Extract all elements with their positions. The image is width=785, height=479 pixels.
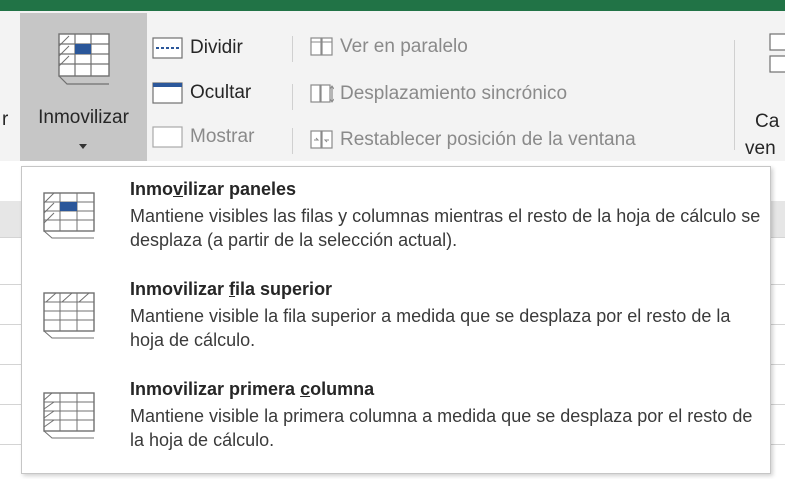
hide-window-button[interactable]: Ocultar xyxy=(152,81,251,105)
freeze-panes-icon xyxy=(32,189,104,246)
synchronous-scrolling-button[interactable]: Desplazamiento sincrónico xyxy=(310,82,567,106)
reset-window-position-button[interactable]: Restablecer posición de la ventana xyxy=(310,128,636,152)
separator xyxy=(292,84,293,110)
view-side-by-side-label: Ver en paralelo xyxy=(340,36,468,57)
freeze-top-row-icon xyxy=(32,289,104,346)
menu-item-description: Mantiene visible la fila superior a medi… xyxy=(130,306,731,350)
switch-windows-icon xyxy=(769,32,785,81)
side-by-side-icon xyxy=(310,35,334,59)
synchronous-scroll-icon xyxy=(310,82,335,106)
menu-item-freeze-panes[interactable]: Inmovilizar paneles Mantiene visibles la… xyxy=(22,173,770,273)
menu-item-title: Inmovilizar paneles xyxy=(130,179,297,199)
freeze-panes-menu: Inmovilizar paneles Mantiene visibles la… xyxy=(21,166,771,474)
separator xyxy=(292,128,293,154)
view-side-by-side-button[interactable]: Ver en paralelo xyxy=(310,35,468,59)
menu-item-title: Inmovilizar fila superior xyxy=(130,279,333,299)
switch-windows-label-line2[interactable]: ven xyxy=(745,138,776,160)
freeze-panes-label: Inmovilizar xyxy=(38,107,129,128)
menu-item-freeze-top-row[interactable]: Inmovilizar fila superior Mantiene visib… xyxy=(22,273,770,373)
cut-off-button-label[interactable]: r xyxy=(2,109,8,131)
menu-item-description: Mantiene visibles las filas y columnas m… xyxy=(130,206,761,250)
split-label: Dividir xyxy=(190,37,243,58)
freeze-panes-large-icon xyxy=(51,30,115,95)
synchronous-scrolling-label: Desplazamiento sincrónico xyxy=(340,83,568,104)
hide-window-icon xyxy=(152,81,184,105)
title-bar-strip xyxy=(0,0,785,11)
separator xyxy=(292,36,293,62)
reset-window-position-icon xyxy=(310,128,334,152)
menu-item-description: Mantiene visible la primera columna a me… xyxy=(130,406,753,450)
chevron-down-icon xyxy=(78,138,88,156)
unhide-window-button[interactable]: Mostrar xyxy=(152,125,254,149)
group-separator xyxy=(734,40,735,150)
menu-item-freeze-first-column[interactable]: Inmovilizar primera columna Mantiene vis… xyxy=(22,373,770,473)
unhide-window-icon xyxy=(152,125,184,149)
freeze-first-column-icon xyxy=(32,389,104,446)
split-button[interactable]: Dividir xyxy=(152,36,243,60)
menu-item-title: Inmovilizar primera columna xyxy=(130,379,375,399)
reset-window-position-label: Restablecer posición de la ventana xyxy=(340,129,636,150)
hide-window-label: Ocultar xyxy=(190,82,252,103)
split-icon xyxy=(152,36,184,60)
unhide-window-label: Mostrar xyxy=(190,126,255,147)
freeze-panes-button[interactable]: Inmovilizar xyxy=(20,13,147,161)
switch-windows-label-line1[interactable]: Ca xyxy=(755,111,779,133)
